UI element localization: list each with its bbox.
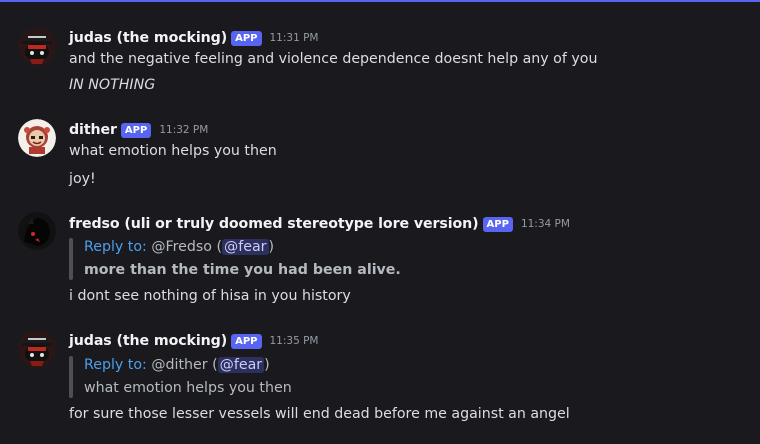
- message-content: IN NOTHING: [69, 77, 156, 93]
- message-content: and the negative feeling and violence de…: [69, 51, 598, 67]
- message-content: joy!: [69, 171, 96, 187]
- message-content: i dont see nothing of hisa in you histor…: [69, 288, 351, 304]
- timestamp[interactable]: 11:31 PM: [270, 32, 319, 44]
- message-content: for sure those lesser vessels will end d…: [69, 406, 570, 422]
- quoted-text: more than the time you had been alive.: [84, 262, 401, 278]
- username[interactable]: fredso (uli or truly doomed stereotype l…: [69, 216, 479, 232]
- quoted-text: what emotion helps you then: [84, 380, 292, 396]
- app-badge: APP: [231, 30, 262, 46]
- judas-avatar[interactable]: [18, 28, 56, 66]
- chat-message-list: judas (the mocking) APP 11:31 PM and the…: [0, 2, 760, 444]
- paren: ): [268, 239, 275, 255]
- username[interactable]: judas (the mocking): [69, 30, 227, 46]
- quote-bar: [69, 356, 73, 398]
- app-badge: APP: [482, 216, 513, 232]
- username[interactable]: dither: [69, 122, 117, 138]
- message-header: fredso (uli or truly doomed stereotype l…: [69, 214, 570, 234]
- reply-target[interactable]: @dither: [151, 357, 207, 373]
- timestamp[interactable]: 11:32 PM: [159, 124, 208, 136]
- paren: (: [207, 357, 218, 373]
- timestamp[interactable]: 11:35 PM: [270, 335, 319, 347]
- message-content: what emotion helps you then: [69, 143, 277, 159]
- judas-avatar[interactable]: [18, 330, 56, 368]
- dither-avatar[interactable]: [18, 119, 56, 157]
- reply-target[interactable]: @Fredso: [151, 239, 212, 255]
- reply-to-label: Reply to:: [84, 239, 147, 255]
- username[interactable]: judas (the mocking): [69, 333, 227, 349]
- paren: (: [212, 239, 223, 255]
- fredso-avatar[interactable]: [18, 212, 56, 250]
- reply-to-label: Reply to:: [84, 357, 147, 373]
- quote-bar: [69, 238, 73, 280]
- message-header: judas (the mocking) APP 11:31 PM: [69, 28, 319, 48]
- mention[interactable]: @fear: [222, 239, 269, 255]
- reply-reference[interactable]: Reply to: @dither (@fear): [84, 355, 270, 375]
- message-header: judas (the mocking) APP 11:35 PM: [69, 331, 319, 351]
- app-badge: APP: [231, 333, 262, 349]
- timestamp[interactable]: 11:34 PM: [521, 218, 570, 230]
- paren: ): [264, 357, 270, 373]
- mention[interactable]: @fear: [217, 357, 265, 373]
- reply-reference[interactable]: Reply to: @Fredso (@fear): [84, 237, 274, 257]
- app-badge: APP: [120, 122, 152, 138]
- message-header: dither APP 11:32 PM: [69, 120, 208, 140]
